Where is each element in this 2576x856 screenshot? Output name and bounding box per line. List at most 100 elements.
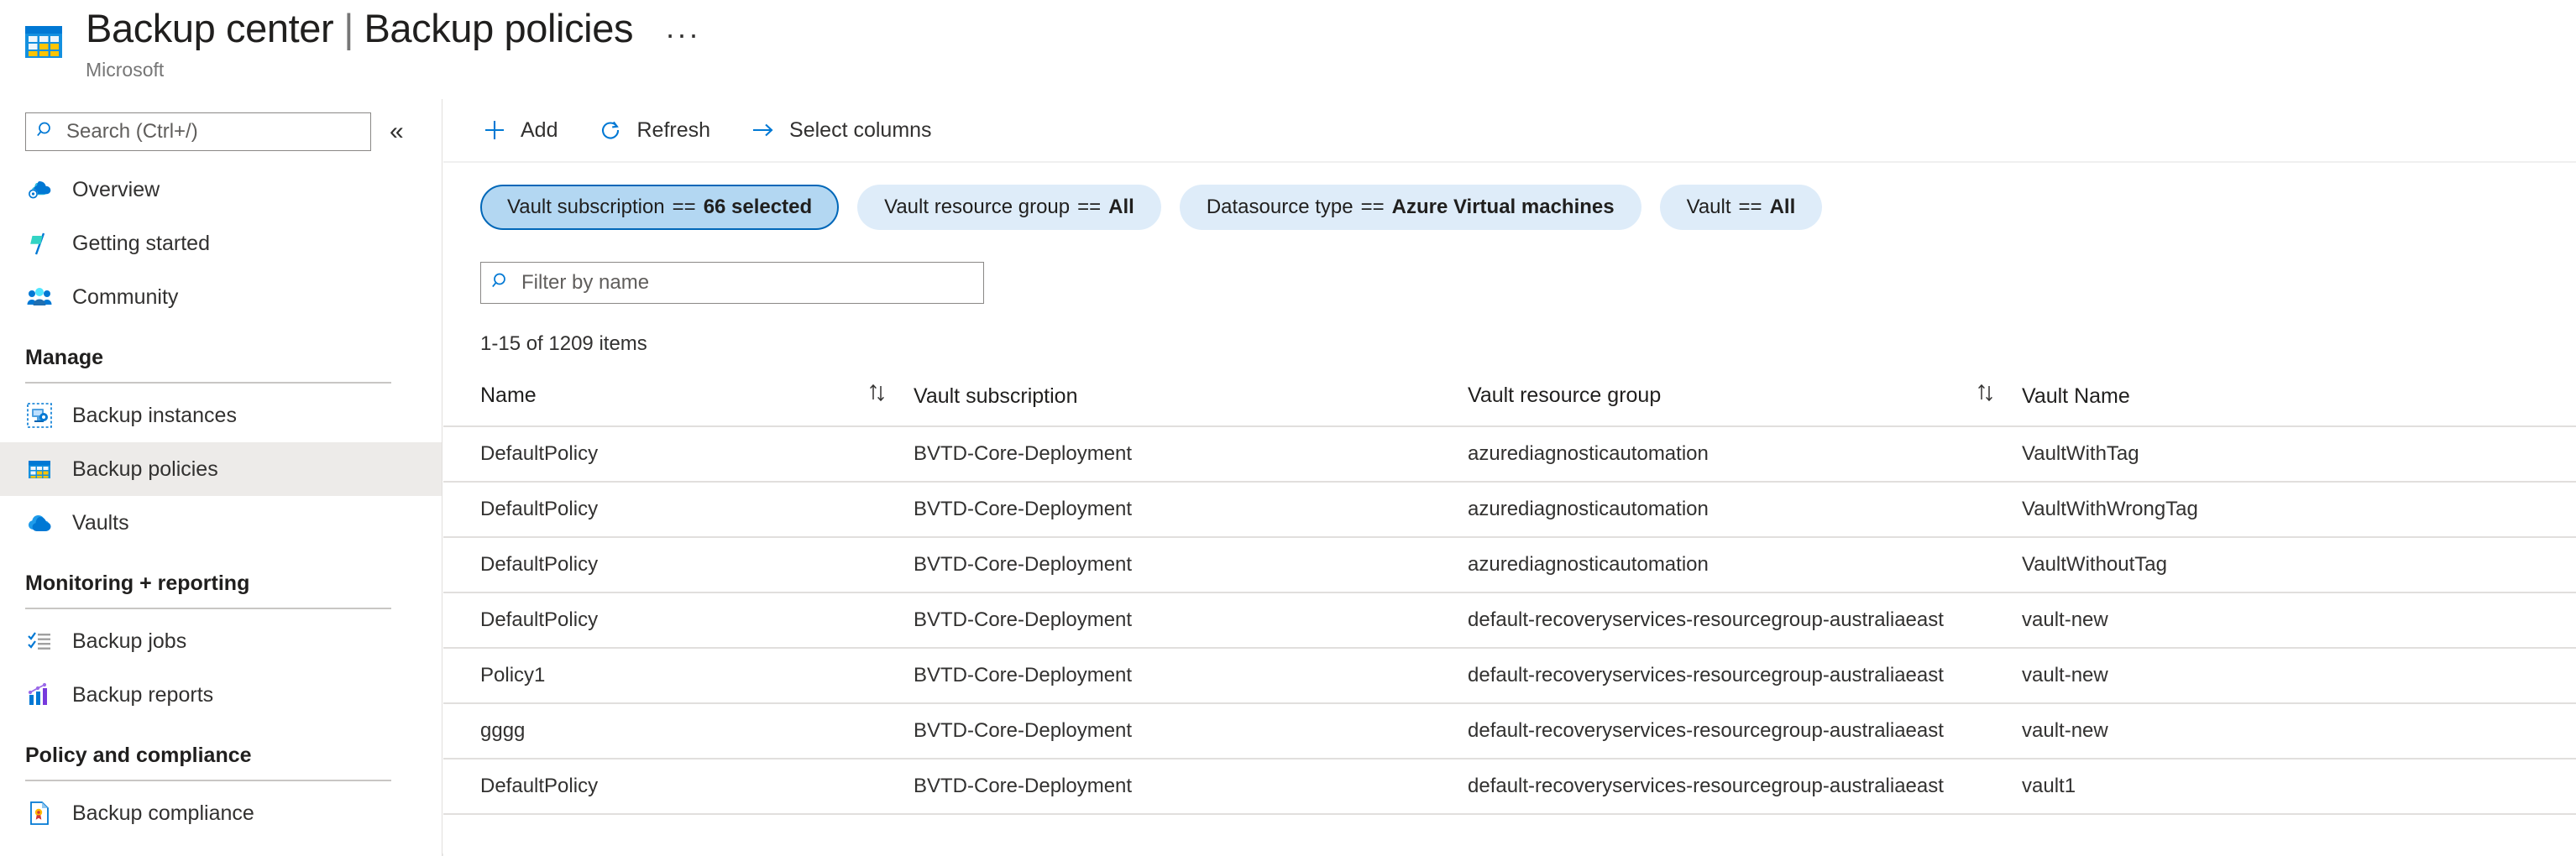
column-header-vault-resource-group[interactable]: Vault resource group <box>1468 383 2022 426</box>
sidebar-search-row: « <box>0 99 442 151</box>
refresh-icon <box>596 116 625 144</box>
sidebar-group-title: Monitoring + reporting <box>25 572 391 608</box>
table-header-row: Name <box>443 383 2576 426</box>
cell-name: DefaultPolicy <box>443 426 914 482</box>
table-row[interactable]: DefaultPolicy BVTD-Core-Deployment defau… <box>443 759 2576 814</box>
name-filter-wrap <box>443 230 2576 304</box>
add-button[interactable]: Add <box>480 116 558 144</box>
sidebar-item-overview[interactable]: Overview <box>0 163 442 217</box>
filter-by-name-input[interactable] <box>521 271 973 295</box>
cell-vault-resource-group: default-recoveryservices-resourcegroup-a… <box>1468 592 2022 648</box>
sidebar-item-label: Backup policies <box>72 457 218 482</box>
cell-vault-subscription: BVTD-Core-Deployment <box>914 482 1468 537</box>
table-row[interactable]: DefaultPolicy BVTD-Core-Deployment azure… <box>443 537 2576 592</box>
cell-vault-resource-group: azurediagnosticautomation <box>1468 482 2022 537</box>
divider <box>25 608 391 609</box>
sidebar-item-vaults[interactable]: Vaults <box>0 496 442 550</box>
table-grid-icon <box>22 20 65 64</box>
filter-value: All <box>1770 196 1796 219</box>
filter-pill-vault-resource-group[interactable]: Vault resource group == All <box>857 185 1161 230</box>
search-box[interactable] <box>25 112 371 151</box>
cell-name: DefaultPolicy <box>443 759 914 814</box>
sidebar-group-monitoring: Monitoring + reporting <box>0 572 442 609</box>
search-icon <box>36 120 56 144</box>
filter-field-label: Datasource type <box>1207 196 1353 219</box>
column-header-label: Vault resource group <box>1468 384 1661 408</box>
table-row[interactable]: Policy1 BVTD-Core-Deployment default-rec… <box>443 648 2576 703</box>
sidebar-group-policy-compliance: Policy and compliance <box>0 744 442 781</box>
sidebar-nav: Overview Getting started <box>0 163 442 840</box>
select-columns-button-label: Select columns <box>789 118 932 143</box>
cell-name: DefaultPolicy <box>443 482 914 537</box>
column-header-label: Vault Name <box>2022 384 2130 409</box>
sidebar-item-backup-instances[interactable]: Backup instances <box>0 389 442 442</box>
select-columns-button[interactable]: Select columns <box>749 116 932 144</box>
table-row[interactable]: DefaultPolicy BVTD-Core-Deployment azure… <box>443 482 2576 537</box>
filter-operator: == <box>1077 196 1101 219</box>
page-subtitle-section: Backup policies <box>364 5 633 51</box>
sidebar-item-label: Getting started <box>72 232 210 256</box>
cell-name: gggg <box>443 703 914 759</box>
sidebar-item-backup-jobs[interactable]: Backup jobs <box>0 614 442 668</box>
filter-pill-bar: Vault subscription == 66 selected Vault … <box>443 163 2576 230</box>
sidebar-item-label: Overview <box>72 178 160 202</box>
filter-pill-vault-subscription[interactable]: Vault subscription == 66 selected <box>480 185 839 230</box>
column-header-label: Vault subscription <box>914 384 1077 409</box>
plus-icon <box>480 116 509 144</box>
cell-vault-name: vault-new <box>2022 648 2576 703</box>
cell-vault-name: VaultWithoutTag <box>2022 537 2576 592</box>
title-separator: | <box>343 5 353 51</box>
page-header: Backup center | Backup policies ··· Micr… <box>0 0 2576 99</box>
table-row[interactable]: gggg BVTD-Core-Deployment default-recove… <box>443 703 2576 759</box>
backup-instance-icon <box>25 401 54 430</box>
vault-cloud-icon <box>25 509 54 537</box>
sidebar-item-backup-policies[interactable]: Backup policies <box>0 442 442 496</box>
column-header-name[interactable]: Name <box>443 383 914 426</box>
filter-field-label: Vault subscription <box>507 196 665 219</box>
sidebar: « Overview <box>0 99 442 856</box>
arrow-right-icon <box>749 116 778 144</box>
filter-operator: == <box>673 196 696 219</box>
cell-vault-subscription: BVTD-Core-Deployment <box>914 703 1468 759</box>
sort-updown-icon[interactable] <box>867 383 888 409</box>
command-toolbar: Add Refresh Select col <box>443 99 2576 163</box>
cell-vault-subscription: BVTD-Core-Deployment <box>914 537 1468 592</box>
backup-center-page: Backup center | Backup policies ··· Micr… <box>0 0 2576 856</box>
sidebar-item-label: Backup reports <box>72 683 213 707</box>
search-input[interactable] <box>66 120 360 144</box>
cell-vault-name: vault1 <box>2022 759 2576 814</box>
table-row[interactable]: DefaultPolicy BVTD-Core-Deployment azure… <box>443 426 2576 482</box>
sidebar-item-getting-started[interactable]: Getting started <box>0 217 442 270</box>
cell-vault-name: VaultWithWrongTag <box>2022 482 2576 537</box>
sidebar-item-label: Backup instances <box>72 404 237 428</box>
item-count-label: 1-15 of 1209 items <box>443 304 2576 356</box>
more-options-button[interactable]: ··· <box>665 19 700 50</box>
backup-policies-table: Name <box>443 383 2576 815</box>
sidebar-item-backup-reports[interactable]: Backup reports <box>0 668 442 722</box>
filter-by-name-box[interactable] <box>480 262 984 304</box>
column-header-vault-subscription[interactable]: Vault subscription <box>914 383 1468 426</box>
table-row[interactable]: DefaultPolicy BVTD-Core-Deployment defau… <box>443 592 2576 648</box>
sidebar-item-backup-compliance[interactable]: Backup compliance <box>0 786 442 840</box>
sidebar-group-title: Manage <box>25 346 391 382</box>
sidebar-item-community[interactable]: Community <box>0 270 442 324</box>
sidebar-item-label: Vaults <box>72 511 129 535</box>
search-icon <box>491 271 511 295</box>
filter-field-label: Vault resource group <box>884 196 1070 219</box>
sidebar-item-label: Backup jobs <box>72 629 186 654</box>
cell-vault-name: VaultWithTag <box>2022 426 2576 482</box>
filter-pill-datasource-type[interactable]: Datasource type == Azure Virtual machine… <box>1180 185 1641 230</box>
column-header-label: Name <box>480 384 537 408</box>
cell-vault-subscription: BVTD-Core-Deployment <box>914 648 1468 703</box>
table-grid-icon <box>25 455 54 483</box>
bar-chart-icon <box>25 681 54 709</box>
filter-operator: == <box>1361 196 1385 219</box>
sort-updown-icon[interactable] <box>1975 383 1997 409</box>
column-header-vault-name[interactable]: Vault Name <box>2022 383 2576 426</box>
people-group-icon <box>25 283 54 311</box>
checklist-icon <box>25 627 54 655</box>
collapse-sidebar-button[interactable]: « <box>390 119 404 144</box>
refresh-button[interactable]: Refresh <box>596 116 710 144</box>
filter-pill-vault[interactable]: Vault == All <box>1660 185 1823 230</box>
document-award-icon <box>25 799 54 827</box>
